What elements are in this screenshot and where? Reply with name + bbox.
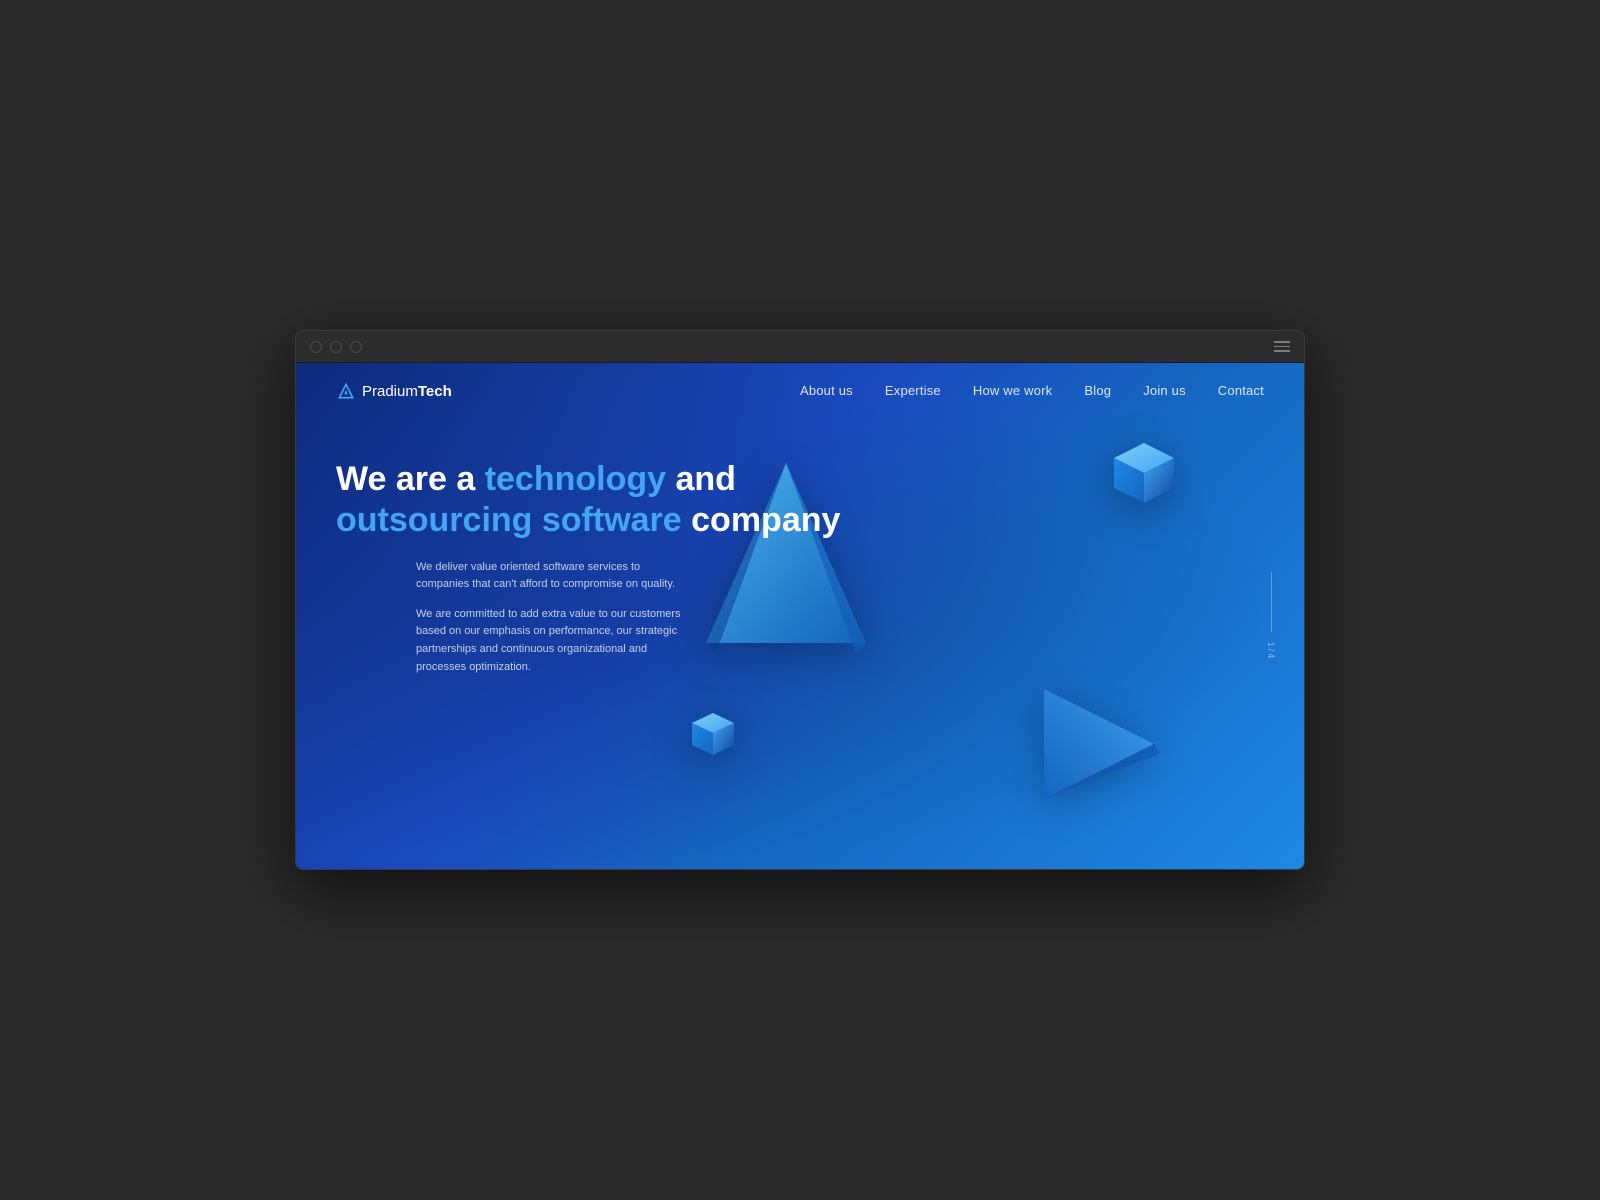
nav-item-contact[interactable]: Contact (1218, 382, 1264, 400)
nav-link-about[interactable]: About us (800, 383, 853, 398)
hero-title-accent2: outsourcing software (336, 501, 682, 539)
shape-triangle-bottom-right (1034, 679, 1164, 814)
hero-desc-2: We are committed to add extra value to o… (416, 606, 696, 676)
navbar: PradiumTech About us Expertise How we wo… (296, 363, 1304, 419)
nav-links: About us Expertise How we work Blog Join… (800, 382, 1264, 400)
scroll-indicator: 1/4 (1266, 572, 1276, 661)
hero-title-suffix1: and (666, 460, 736, 498)
logo-icon (336, 381, 356, 401)
browser-window: PradiumTech About us Expertise How we wo… (295, 330, 1305, 870)
close-dot[interactable] (310, 341, 322, 353)
nav-item-blog[interactable]: Blog (1084, 382, 1111, 400)
hero-title-suffix2: company (682, 501, 841, 539)
nav-link-expertise[interactable]: Expertise (885, 383, 941, 398)
nav-link-blog[interactable]: Blog (1084, 383, 1111, 398)
nav-item-expertise[interactable]: Expertise (885, 382, 941, 400)
logo-text: PradiumTech (362, 383, 452, 400)
website-content: PradiumTech About us Expertise How we wo… (296, 363, 1304, 869)
hero-section: We are a technology and outsourcing soft… (296, 419, 1304, 676)
nav-item-joinus[interactable]: Join us (1143, 382, 1186, 400)
hero-desc-1: We deliver value oriented software servi… (416, 559, 696, 594)
nav-item-howwework[interactable]: How we work (973, 382, 1053, 400)
hero-title-prefix: We are a (336, 460, 485, 498)
menu-icon (1274, 341, 1290, 352)
scroll-line (1271, 572, 1272, 632)
shape-cube-bottom (686, 709, 741, 769)
nav-link-contact[interactable]: Contact (1218, 383, 1264, 398)
slide-counter: 1/4 (1266, 642, 1276, 661)
hero-title-accent1: technology (485, 460, 666, 498)
logo[interactable]: PradiumTech (336, 381, 452, 401)
hero-description: We deliver value oriented software servi… (336, 559, 696, 677)
nav-link-howwework[interactable]: How we work (973, 383, 1053, 398)
nav-link-joinus[interactable]: Join us (1143, 383, 1186, 398)
browser-chrome (296, 331, 1304, 363)
nav-item-about[interactable]: About us (800, 382, 853, 400)
hero-title: We are a technology and outsourcing soft… (336, 459, 856, 541)
window-controls (310, 341, 362, 353)
minimize-dot[interactable] (330, 341, 342, 353)
maximize-dot[interactable] (350, 341, 362, 353)
